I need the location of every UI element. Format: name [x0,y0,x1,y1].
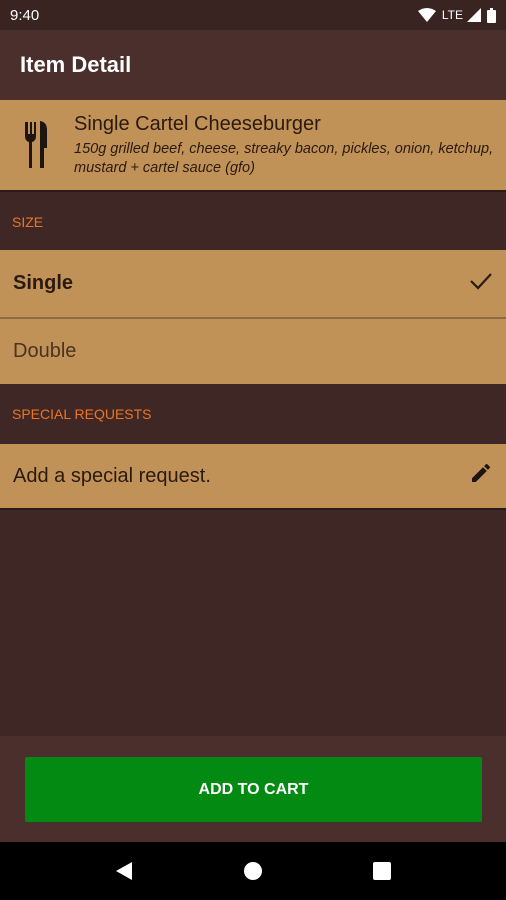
item-card: Single Cartel Cheeseburger 150g grilled … [0,100,506,192]
special-requests-header: SPECIAL REQUESTS [12,406,152,422]
app-bar: Item Detail [0,30,506,100]
item-description: 150g grilled beef, cheese, streaky bacon… [74,140,494,176]
special-request-field[interactable]: Add a special request. [0,444,506,510]
checkmark-icon [469,271,493,297]
signal-icon [467,8,481,22]
fork-knife-icon [0,120,74,170]
size-option-single[interactable]: Single [0,250,506,317]
page-title: Item Detail [20,52,132,77]
network-type: LTE [441,8,463,22]
status-icons: LTE [417,7,496,23]
size-option-double[interactable]: Double [0,319,506,384]
back-icon[interactable] [104,851,144,891]
size-section-header: SIZE [12,214,44,230]
recents-icon[interactable] [362,851,402,891]
battery-icon [487,7,496,23]
add-to-cart-button[interactable]: ADD TO CART [25,757,482,822]
system-nav-bar [0,842,506,900]
special-request-placeholder: Add a special request. [13,464,211,487]
item-name: Single Cartel Cheeseburger [74,112,321,135]
wifi-icon [417,8,436,22]
status-bar: 9:40 LTE [0,0,506,30]
pencil-icon[interactable] [469,461,493,491]
status-time: 9:40 [10,6,40,24]
home-icon[interactable] [233,851,273,891]
size-option-label: Single [13,272,74,294]
size-option-label: Double [13,340,77,362]
